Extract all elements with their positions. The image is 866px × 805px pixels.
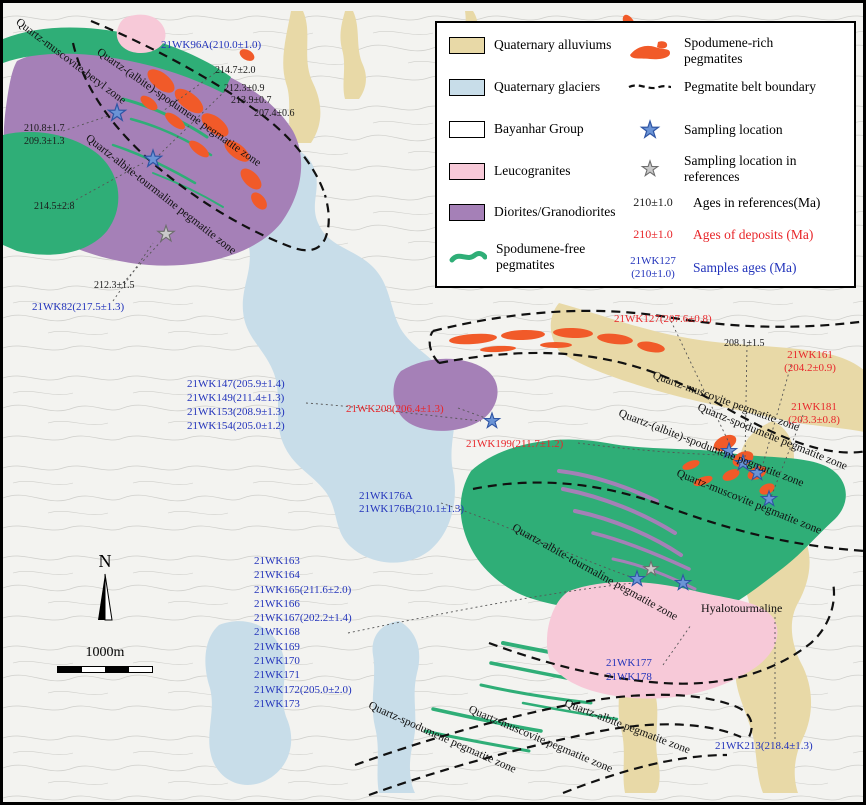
reference-age-label: 209.3±1.3 <box>24 136 65 148</box>
legend-label: Ages in references(Ma) <box>693 195 820 211</box>
ages-in-references-symbol: 210±1.0 <box>622 196 684 210</box>
legend-label: Leucogranites <box>494 163 570 179</box>
legend-label: Spodumene-free pegmatites <box>496 241 608 273</box>
legend-item-quaternary-alluviums: Quaternary alluviums <box>449 37 611 54</box>
sample-age-line: 21WK176B(210.1±1.3) <box>359 503 464 516</box>
deposit-age-line: (203.3±0.8) <box>759 414 866 427</box>
legend-item-ages-in-references: 210±1.0 Ages in references(Ma) <box>622 195 820 211</box>
legend-label: Quaternary alluviums <box>494 37 611 53</box>
sample-age-label-21wk96a: 21WK96A(210.0±1.0) <box>161 39 261 52</box>
sample-age-label-21wk178: 21WK178 <box>606 671 652 684</box>
legend-item-samples-ages: 21WK127 (210±1.0) Samples ages (Ma) <box>622 255 796 280</box>
sample-age-label-21wk166: 21WK166 <box>254 597 352 611</box>
legend-item-spodumene-free-pegmatites: Spodumene-free pegmatites <box>449 241 608 273</box>
north-arrow-icon <box>91 572 119 622</box>
sample-age-label-21wk173: 21WK173 <box>254 697 352 711</box>
deposit-age-line: 21WK181 <box>759 401 866 414</box>
scale-label: 1000m <box>53 645 157 661</box>
sample-age-label-21wk168: 21WK168 <box>254 625 352 639</box>
sample-age-line: 21WK176A <box>359 490 464 503</box>
reference-age-label: 213.9±0.7 <box>231 95 272 107</box>
scale-bar: 1000m <box>53 645 157 673</box>
reference-age-label: 207.4±0.6 <box>254 108 295 120</box>
sample-age-label-21wk153: 21WK153(208.9±1.3) <box>187 406 285 419</box>
alluvium-swatch <box>449 37 485 54</box>
sampling-location-icon <box>639 119 661 141</box>
spodumene-free-icon <box>449 245 487 269</box>
sample-age-label-21wk171: 21WK171 <box>254 668 352 682</box>
diorite-swatch <box>449 204 485 221</box>
sample-age-label-21wk149: 21WK149(211.4±1.3) <box>187 392 284 405</box>
sample-age-label-21wk213: 21WK213(218.4±1.3) <box>715 740 813 753</box>
sample-age-label-21wk172: 21WK172(205.0±2.0) <box>254 683 352 697</box>
legend-label: Spodumene-rich pegmatites <box>684 35 834 67</box>
deposit-age-label-21wk208: 21WK208(206.4±1.3) <box>346 403 444 416</box>
sample-age-label-21wk165: 21WK165(211.6±2.0) <box>254 583 352 597</box>
legend: Quaternary alluviums Quaternary glaciers… <box>435 21 856 288</box>
deposit-age-label-21wk127: 21WK127(207.6±0.8) <box>614 313 712 326</box>
reference-age-label: 214.7±2.0 <box>215 65 256 77</box>
deposit-age-label-21wk161: 21WK161 (204.2±0.9) <box>755 349 865 375</box>
samples-ages-symbol-line2: (210±1.0) <box>622 268 684 281</box>
sampling-location-references-icon <box>640 159 660 179</box>
deposit-age-label-21wk199: 21WK199(211.7±1.2) <box>466 438 563 451</box>
deposit-age-line: 21WK161 <box>755 349 865 362</box>
legend-item-ages-of-deposits: 210±1.0 Ages of deposits (Ma) <box>622 227 813 243</box>
reference-age-label: 212.3±0.9 <box>224 83 265 95</box>
spodumene-rich-icon <box>628 39 672 63</box>
sample-age-label-21wk164: 21WK164 <box>254 568 352 582</box>
sample-age-label-21wk147: 21WK147(205.9±1.4) <box>187 378 285 391</box>
samples-ages-symbol: 21WK127 (210±1.0) <box>622 255 684 280</box>
sample-list: 21WK163 21WK164 21WK165(211.6±2.0) 21WK1… <box>254 554 352 711</box>
legend-label: Ages of deposits (Ma) <box>693 227 813 243</box>
legend-label: Sampling location <box>684 122 783 138</box>
sample-age-label-21wk170: 21WK170 <box>254 654 352 668</box>
north-arrow: N <box>89 551 121 627</box>
legend-item-quaternary-glaciers: Quaternary glaciers <box>449 79 600 96</box>
sample-age-label-21wk169: 21WK169 <box>254 640 352 654</box>
scale-bar-graphic <box>57 666 153 673</box>
legend-item-spodumene-rich-pegmatites: Spodumene-rich pegmatites <box>625 35 834 67</box>
sample-age-label-21wk167: 21WK167(202.2±1.4) <box>254 611 352 625</box>
deposit-age-line: (204.2±0.9) <box>755 362 865 375</box>
geological-map-figure: 21WK96A(210.0±1.0) 214.7±2.0 212.3±0.9 2… <box>0 0 866 805</box>
glacier-swatch <box>449 79 485 96</box>
north-label: N <box>89 551 121 572</box>
legend-label: Sampling location in references <box>684 153 819 185</box>
reference-age-label: 214.5±2.8 <box>34 201 75 213</box>
sample-age-label-21wk154: 21WK154(205.0±1.2) <box>187 420 285 433</box>
legend-label: Samples ages (Ma) <box>693 260 796 276</box>
legend-item-pegmatite-belt-boundary: Pegmatite belt boundary <box>625 79 839 95</box>
legend-label: Pegmatite belt boundary <box>684 79 839 95</box>
legend-item-leucogranites: Leucogranites <box>449 163 570 180</box>
sample-age-label-21wk177: 21WK177 <box>606 657 652 670</box>
reference-age-label: 210.8±1.7 <box>24 123 65 135</box>
sample-age-label-21wk176: 21WK176A 21WK176B(210.1±1.3) <box>359 490 464 516</box>
sample-age-label-21wk82: 21WK82(217.5±1.3) <box>32 301 124 314</box>
bayanhar-swatch <box>449 121 485 138</box>
leucogranite-swatch <box>449 163 485 180</box>
ages-of-deposits-symbol: 210±1.0 <box>622 228 684 242</box>
sample-age-label-21wk163: 21WK163 <box>254 554 352 568</box>
legend-label: Quaternary glaciers <box>494 79 600 95</box>
deposit-age-label-21wk181: 21WK181 (203.3±0.8) <box>759 401 866 427</box>
belt-boundary-icon <box>627 81 673 93</box>
legend-label: Diorites/Granodiorites <box>494 204 615 220</box>
legend-item-bayanhar-group: Bayanhar Group <box>449 121 584 138</box>
samples-ages-symbol-line1: 21WK127 <box>622 255 684 268</box>
legend-item-sampling-location: Sampling location <box>625 119 783 141</box>
legend-label: Bayanhar Group <box>494 121 584 137</box>
legend-item-diorites-granodiorites: Diorites/Granodiorites <box>449 204 615 221</box>
legend-item-sampling-location-references: Sampling location in references <box>625 153 819 185</box>
reference-age-label: 212.3±1.5 <box>94 280 135 292</box>
zone-label-hyalotourmaline: Hyalotourmaline <box>701 601 782 616</box>
